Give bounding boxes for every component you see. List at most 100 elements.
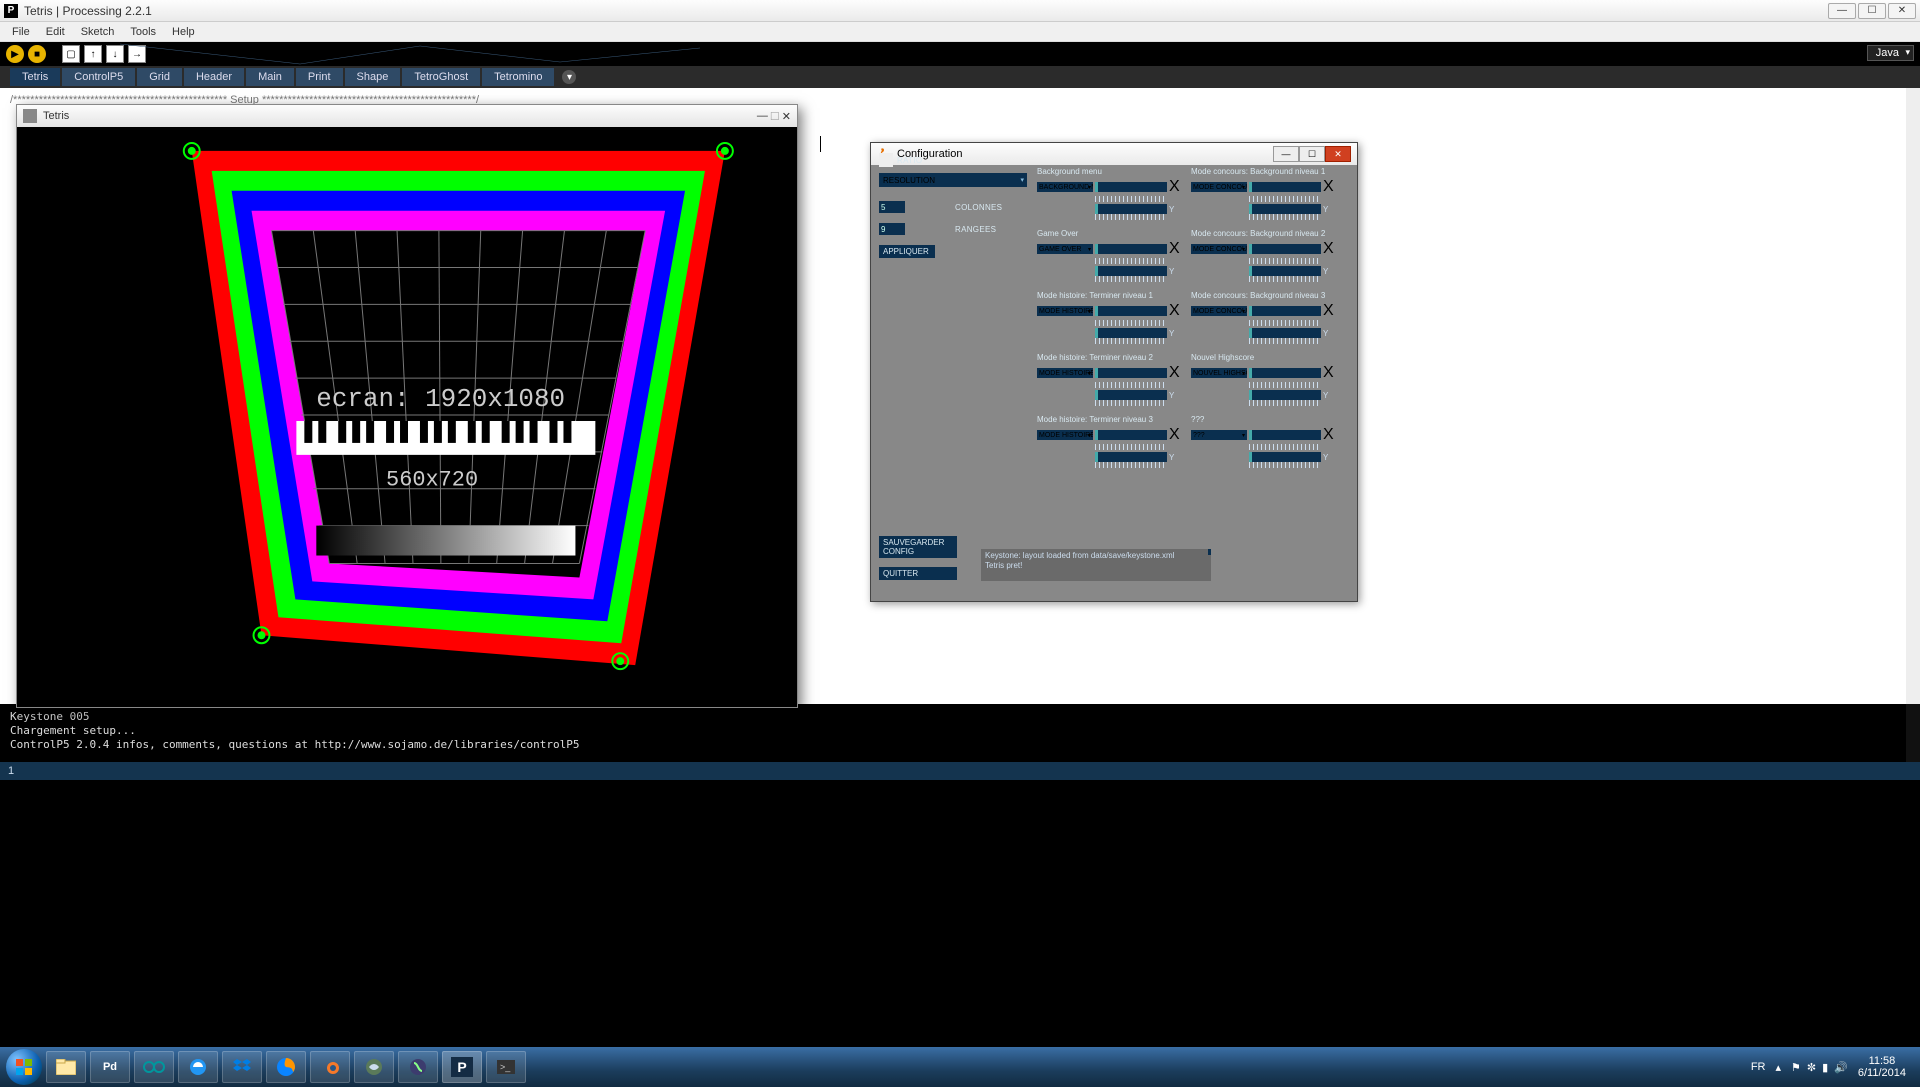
anim-slider-x[interactable] <box>1095 368 1167 378</box>
anim-slider-y[interactable] <box>1249 328 1321 338</box>
tab-controlp5[interactable]: ControlP5 <box>62 68 135 86</box>
maximize-button[interactable]: ☐ <box>1858 3 1886 19</box>
taskbar-processing[interactable]: P <box>442 1051 482 1083</box>
tab-grid[interactable]: Grid <box>137 68 182 86</box>
log-scrollbar[interactable] <box>1208 549 1211 555</box>
resolution-dropdown[interactable]: RESOLUTION <box>879 173 1027 187</box>
anim-slider-x[interactable] <box>1249 182 1321 192</box>
sauvegarder-button[interactable]: SAUVEGARDER CONFIG <box>879 536 957 558</box>
anim-dropdown[interactable]: MODE CONCOURS: BACK <box>1191 306 1247 316</box>
anim-slider-y[interactable] <box>1249 204 1321 214</box>
anim-slider-x[interactable] <box>1249 244 1321 254</box>
anim-title: ??? <box>1191 415 1334 424</box>
anim-slider-x[interactable] <box>1095 244 1167 254</box>
anim-slider-y[interactable] <box>1095 452 1167 462</box>
new-tab-button[interactable]: ▾ <box>562 70 576 84</box>
sketch-close-button[interactable]: ✕ <box>782 110 791 123</box>
tab-main[interactable]: Main <box>246 68 294 86</box>
anim-slider-x[interactable] <box>1095 306 1167 316</box>
anim-dropdown[interactable]: GAME OVER <box>1037 244 1093 254</box>
menu-help[interactable]: Help <box>164 24 203 40</box>
sketch-canvas[interactable]: ecran: 1920x1080 560x720 <box>17 127 797 707</box>
export-button[interactable]: → <box>128 45 146 63</box>
anim-slider-y[interactable] <box>1095 204 1167 214</box>
menu-edit[interactable]: Edit <box>38 24 73 40</box>
anim-title: Mode histoire: Terminer niveau 3 <box>1037 415 1180 424</box>
anim-dropdown[interactable]: MODE HISTOIRE: TERMIN <box>1037 368 1093 378</box>
taskbar-arduino[interactable] <box>134 1051 174 1083</box>
volume-icon[interactable]: 🔊 <box>1834 1061 1848 1074</box>
sync-icon[interactable]: ✼ <box>1807 1061 1816 1074</box>
tab-tetris[interactable]: Tetris <box>10 68 60 86</box>
anim-slider-x[interactable] <box>1249 368 1321 378</box>
anim-dropdown[interactable]: NOUVEL HIGHSCORE <box>1191 368 1247 378</box>
colonnes-input[interactable]: 5 <box>879 201 905 213</box>
log-textarea[interactable]: Keystone: layout loaded from data/save/k… <box>981 549 1211 581</box>
sketch-titlebar[interactable]: Tetris — ☐ ✕ <box>17 105 797 127</box>
menu-file[interactable]: File <box>4 24 38 40</box>
axis-label: Y <box>1323 329 1331 338</box>
new-button[interactable]: ▢ <box>62 45 80 63</box>
anim-slider-x[interactable] <box>1095 430 1167 440</box>
menu-tools[interactable]: Tools <box>122 24 164 40</box>
tray-chevron-icon[interactable]: ▴ <box>1775 1061 1781 1074</box>
flag-icon[interactable]: ⚑ <box>1791 1061 1801 1074</box>
quitter-button[interactable]: QUITTER <box>879 567 957 580</box>
language-dropdown[interactable]: Java <box>1867 45 1914 61</box>
taskbar-explorer[interactable] <box>46 1051 86 1083</box>
anim-dropdown[interactable]: MODE HISTOIRE: TERMIN <box>1037 430 1093 440</box>
start-button[interactable] <box>6 1049 42 1085</box>
taskbar-app2[interactable] <box>354 1051 394 1083</box>
tab-tetromino[interactable]: Tetromino <box>482 68 554 86</box>
run-button[interactable]: ▶ <box>6 45 24 63</box>
taskbar-puredata[interactable]: Pd <box>90 1051 130 1083</box>
anim-slider-y[interactable] <box>1249 390 1321 400</box>
appliquer-button[interactable]: APPLIQUER <box>879 245 935 258</box>
taskbar-firefox[interactable] <box>266 1051 306 1083</box>
config-close-button[interactable]: ✕ <box>1325 146 1351 162</box>
taskbar-dropbox[interactable] <box>222 1051 262 1083</box>
anim-slider-x[interactable] <box>1095 182 1167 192</box>
slider-ticks <box>1249 400 1321 406</box>
axis-label: X <box>1169 302 1180 320</box>
anim-dropdown[interactable]: BACKGROUND MENU <box>1037 182 1093 192</box>
config-minimize-button[interactable]: — <box>1273 146 1299 162</box>
anim-slider-y[interactable] <box>1249 452 1321 462</box>
stop-button[interactable]: ■ <box>28 45 46 63</box>
taskbar-app[interactable] <box>178 1051 218 1083</box>
language-indicator[interactable]: FR <box>1751 1061 1766 1073</box>
clock[interactable]: 11:58 6/11/2014 <box>1858 1055 1906 1079</box>
tab-print[interactable]: Print <box>296 68 343 86</box>
taskbar-terminal[interactable]: >_ <box>486 1051 526 1083</box>
rangees-input[interactable]: 9 <box>879 223 905 235</box>
tab-header[interactable]: Header <box>184 68 244 86</box>
anim-dropdown[interactable]: MODE CONCOURS: BACK <box>1191 244 1247 254</box>
anim-slider-y[interactable] <box>1095 390 1167 400</box>
ratio-toggle[interactable] <box>879 153 893 167</box>
config-maximize-button[interactable]: ☐ <box>1299 146 1325 162</box>
config-window[interactable]: Configuration — ☐ ✕ RATIO RESOLUTION 5 C… <box>870 142 1358 602</box>
sketch-minimize-button[interactable]: — <box>757 110 768 123</box>
anim-group: Game OverGAME OVERXY <box>1037 229 1180 282</box>
tab-shape[interactable]: Shape <box>345 68 401 86</box>
sketch-window[interactable]: Tetris — ☐ ✕ <box>16 104 798 708</box>
minimize-button[interactable]: — <box>1828 3 1856 19</box>
anim-dropdown[interactable]: MODE CONCOURS: BACK <box>1191 182 1247 192</box>
network-icon[interactable]: ▮ <box>1822 1061 1828 1074</box>
anim-slider-x[interactable] <box>1249 430 1321 440</box>
anim-dropdown[interactable]: ??? <box>1191 430 1247 440</box>
processing-icon: P <box>4 4 18 18</box>
anim-dropdown[interactable]: MODE HISTOIRE: TERMIN <box>1037 306 1093 316</box>
anim-slider-y[interactable] <box>1249 266 1321 276</box>
menu-sketch[interactable]: Sketch <box>73 24 123 40</box>
taskbar-blender[interactable] <box>310 1051 350 1083</box>
gradient-bar <box>316 526 575 556</box>
open-button[interactable]: ↑ <box>84 45 102 63</box>
taskbar-torrent[interactable] <box>398 1051 438 1083</box>
anim-slider-x[interactable] <box>1249 306 1321 316</box>
anim-slider-y[interactable] <box>1095 266 1167 276</box>
close-button[interactable]: ✕ <box>1888 3 1916 19</box>
save-button[interactable]: ↓ <box>106 45 124 63</box>
anim-slider-y[interactable] <box>1095 328 1167 338</box>
tab-tetroghost[interactable]: TetroGhost <box>402 68 480 86</box>
